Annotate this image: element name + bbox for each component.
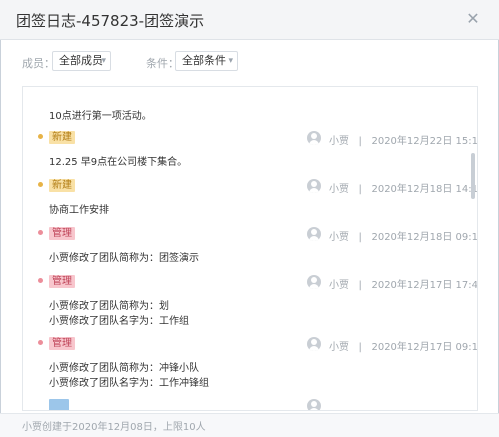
scrollbar[interactable] <box>471 153 475 199</box>
dialog-title: 团签日志-457823-团签演示 <box>16 12 205 30</box>
new-tag: 新建 <box>49 179 75 192</box>
close-icon[interactable]: ✕ <box>463 9 483 29</box>
timeline-dot <box>38 278 43 283</box>
condition-select[interactable]: 全部条件 ▾ <box>175 51 238 71</box>
log-time: 2020年12月22日 15:14 <box>371 136 478 147</box>
log-text: 小贾修改了团队简称为：冲锋小队 <box>49 363 199 374</box>
log-text: 小贾修改了团队简称为：划 <box>49 301 169 312</box>
log-dialog: 团签日志-457823-团签演示 ✕ 成员： 全部成员 ▾ 条件： 全部条件 ▾… <box>0 0 499 437</box>
manage-tag: 管理 <box>49 227 75 240</box>
log-meta: 小贾 | 2020年12月18日 14:13 <box>329 180 478 195</box>
new-tag: 新建 <box>49 131 75 144</box>
user-avatar-icon <box>307 179 321 193</box>
manage-tag: 管理 <box>49 337 75 350</box>
dialog-footer: 小贾创建于2020年12月08日，上限10人 <box>0 413 499 437</box>
timeline-dot <box>38 230 43 235</box>
meta-separator: | <box>358 184 362 195</box>
log-author: 小贾 <box>329 232 349 243</box>
user-avatar-icon <box>307 227 321 241</box>
timeline-dot <box>38 134 43 139</box>
meta-separator: | <box>358 232 362 243</box>
log-meta: 小贾 | 2020年12月18日 09:10 <box>329 228 478 243</box>
log-text: 小贾修改了团队名字为：工作组 <box>49 316 189 327</box>
member-select[interactable]: 全部成员 ▾ <box>52 51 111 71</box>
log-time: 2020年12月18日 09:10 <box>371 232 478 243</box>
log-meta: 小贾 | 2020年12月17日 17:43 <box>329 276 478 291</box>
log-list[interactable]: 10点进行第一项活动。 新建 小贾 | 2020年12月22日 15:14 12… <box>22 86 478 411</box>
manage-tag: 管理 <box>49 275 75 288</box>
member-filter-label: 成员： <box>22 57 55 70</box>
log-text: 协商工作安排 <box>49 205 109 216</box>
meta-separator: | <box>358 280 362 291</box>
log-intro-text: 10点进行第一项活动。 <box>49 111 152 122</box>
log-time: 2020年12月18日 14:13 <box>371 184 478 195</box>
meta-separator: | <box>358 136 362 147</box>
timeline-dot <box>38 340 43 345</box>
chevron-down-icon: ▾ <box>101 56 106 66</box>
meta-separator: | <box>358 342 362 353</box>
chevron-down-icon: ▾ <box>228 56 233 66</box>
log-author: 小贾 <box>329 342 349 353</box>
log-time: 2020年12月17日 17:43 <box>371 280 478 291</box>
dialog-titlebar: 团签日志-457823-团签演示 ✕ <box>0 0 499 40</box>
user-avatar-icon <box>307 275 321 289</box>
log-meta: 小贾 | 2020年12月17日 09:19 <box>329 338 478 353</box>
log-text: 12.25 早9点在公司楼下集合。 <box>49 157 188 168</box>
filter-bar: 成员： 全部成员 ▾ 条件： 全部条件 ▾ <box>0 40 499 82</box>
log-text: 小贾修改了团队简称为：团签演示 <box>49 253 199 264</box>
footer-text: 小贾创建于2020年12月08日，上限10人 <box>22 422 206 433</box>
log-text: 小贾修改了团队名字为：工作冲锋组 <box>49 378 209 389</box>
user-avatar-icon <box>307 337 321 351</box>
tag-partial <box>49 399 69 410</box>
timeline-dot <box>38 182 43 187</box>
log-author: 小贾 <box>329 184 349 195</box>
user-avatar-icon <box>307 399 321 410</box>
log-author: 小贾 <box>329 136 349 147</box>
log-meta: 小贾 | 2020年12月22日 15:14 <box>329 132 478 147</box>
log-author: 小贾 <box>329 280 349 291</box>
log-time: 2020年12月17日 09:19 <box>371 342 478 353</box>
condition-select-value: 全部条件 <box>182 54 226 67</box>
user-avatar-icon <box>307 131 321 145</box>
member-select-value: 全部成员 <box>59 54 103 67</box>
